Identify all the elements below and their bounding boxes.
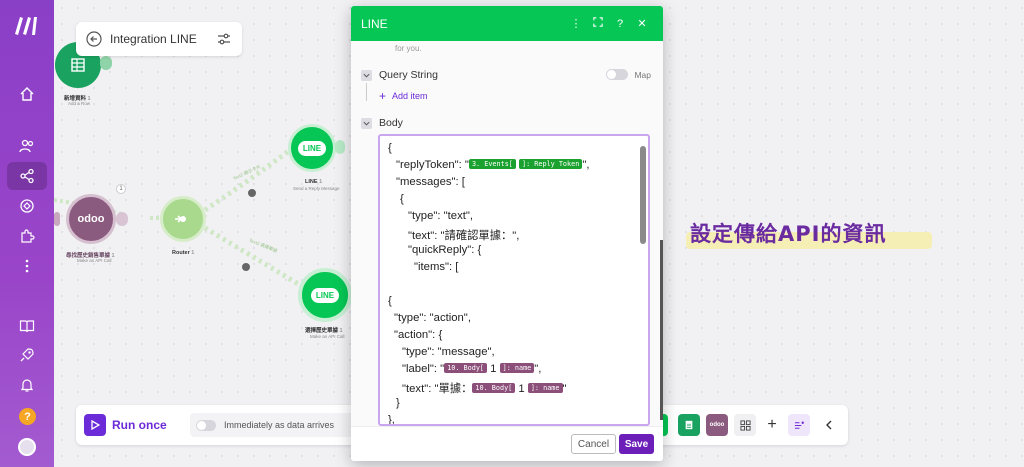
map-switch[interactable]: [606, 69, 629, 80]
mapped-variable-pill[interactable]: ]: name: [499, 363, 535, 373]
annotation-text: 設定傳給API的資訊: [690, 222, 887, 246]
router-node[interactable]: [160, 196, 206, 242]
line-reply-label: LINE 1: [305, 179, 323, 185]
map-toggle[interactable]: Map: [606, 69, 651, 80]
code-line: {: [400, 193, 404, 205]
code-line: "replyToken": " 3. Events[ ]: Reply Token…: [396, 159, 590, 171]
sheets-shortcut-icon[interactable]: [678, 414, 700, 436]
code-line: "text": "請確認單據：",: [408, 230, 520, 242]
odoo-output-handle[interactable]: [116, 212, 128, 226]
dialog-body[interactable]: for you. Query String Map + Add item Bod…: [351, 41, 663, 426]
odoo-node[interactable]: odoo: [66, 194, 116, 244]
odoo-node-sub: Make an API Call: [77, 258, 112, 263]
flow-control-icon[interactable]: [788, 414, 810, 436]
line-api-sub: Make an API Call: [310, 334, 345, 339]
expand-icon[interactable]: [587, 17, 609, 30]
code-line: "action": {: [394, 329, 443, 341]
code-line: "type": "action",: [394, 312, 471, 324]
line-logo-icon: LINE: [310, 287, 340, 303]
code-line: "items": [: [414, 261, 459, 273]
map-label: Map: [634, 69, 651, 80]
close-icon[interactable]: ✕: [631, 17, 653, 30]
truncated-help-text: for you.: [395, 44, 422, 53]
apps-grid-icon[interactable]: [734, 414, 756, 436]
mapped-variable-pill[interactable]: 3. Events[: [468, 159, 516, 169]
line-reply-output-handle[interactable]: [335, 140, 345, 154]
dialog-title: LINE: [361, 16, 388, 31]
add-module-plus-icon[interactable]: +: [764, 414, 780, 436]
code-line: "messages": [: [396, 176, 465, 188]
help-question-icon[interactable]: ?: [609, 18, 631, 30]
editor-scrollbar[interactable]: [640, 146, 646, 244]
sheets-output-handle[interactable]: [100, 56, 112, 70]
chevron-down-icon[interactable]: [361, 117, 372, 129]
query-string-label: Query String: [379, 69, 438, 81]
run-once-button[interactable]: Run once: [84, 414, 167, 436]
tree-connector-line: [366, 83, 367, 101]
chevron-down-icon[interactable]: [361, 69, 372, 81]
code-line: "label": " 10. Body[ 1 ]: name ",: [402, 363, 542, 375]
collapse-chevron-left-icon[interactable]: [822, 414, 836, 436]
save-button[interactable]: Save: [619, 434, 654, 454]
body-json-editor[interactable]: { "replyToken": " 3. Events[ ]: Reply Tok…: [378, 134, 650, 426]
scenario-title[interactable]: Integration LINE: [110, 32, 197, 46]
immediately-toggle[interactable]: [196, 419, 216, 431]
code-line: {: [388, 295, 392, 307]
odoo-shortcut-icon[interactable]: odoo: [706, 414, 728, 436]
router-node-label: Router 1: [172, 250, 195, 256]
code-line: "type": "message",: [402, 346, 495, 358]
back-arrow-icon[interactable]: [86, 31, 102, 47]
body-section[interactable]: Body: [361, 117, 403, 129]
code-line: }: [396, 397, 400, 409]
add-item-label: Add item: [392, 91, 428, 101]
odoo-input-handle[interactable]: [54, 212, 60, 226]
query-string-section[interactable]: Query String: [361, 69, 438, 81]
sheets-icon: [71, 58, 85, 72]
line-api-node[interactable]: LINE: [298, 268, 352, 322]
run-once-label: Run once: [112, 418, 167, 432]
code-line: "type": "text",: [408, 210, 474, 222]
cancel-button[interactable]: Cancel: [571, 434, 616, 454]
dialog-outer-scrollbar[interactable]: [660, 240, 663, 420]
code-line: "text": "單據： 10. Body[ 1 ]: name ": [402, 383, 567, 395]
odoo-info-icon[interactable]: 1: [116, 184, 126, 194]
dialog-footer: Cancel Save: [351, 426, 663, 461]
code-line: },: [388, 414, 395, 426]
line-api-label: 選擇歷史單據 1: [305, 328, 343, 334]
line-reply-node[interactable]: LINE: [288, 124, 336, 172]
play-icon: [84, 414, 106, 436]
body-label: Body: [379, 117, 403, 129]
more-vertical-icon[interactable]: ⋮: [565, 17, 587, 30]
line-module-dialog: LINE ⋮ ? ✕ for you. Query String Map + A…: [351, 6, 663, 461]
router-icon: [175, 215, 186, 223]
dialog-header: LINE ⋮ ? ✕: [351, 6, 663, 41]
plus-icon: +: [379, 89, 387, 103]
sheets-node-sub: Add a Row: [68, 101, 91, 106]
odoo-logo-icon: odoo: [77, 213, 105, 225]
mapped-variable-pill[interactable]: 10. Body[: [444, 363, 488, 373]
line-logo-icon: LINE: [297, 140, 327, 156]
mapped-variable-pill[interactable]: 10. Body[: [472, 383, 516, 393]
mapped-variable-pill[interactable]: ]: name: [527, 383, 563, 393]
code-line: "quickReply": {: [408, 244, 482, 256]
immediately-label: Immediately as data arrives: [224, 420, 335, 430]
code-line: {: [388, 142, 392, 154]
mapped-variable-pill[interactable]: ]: Reply Token: [519, 159, 583, 169]
settings-sliders-icon[interactable]: [216, 31, 232, 47]
scenario-title-card: Integration LINE: [76, 22, 242, 56]
line-reply-sub: Send a Reply Message: [293, 186, 340, 191]
add-item-button[interactable]: + Add item: [379, 89, 428, 103]
